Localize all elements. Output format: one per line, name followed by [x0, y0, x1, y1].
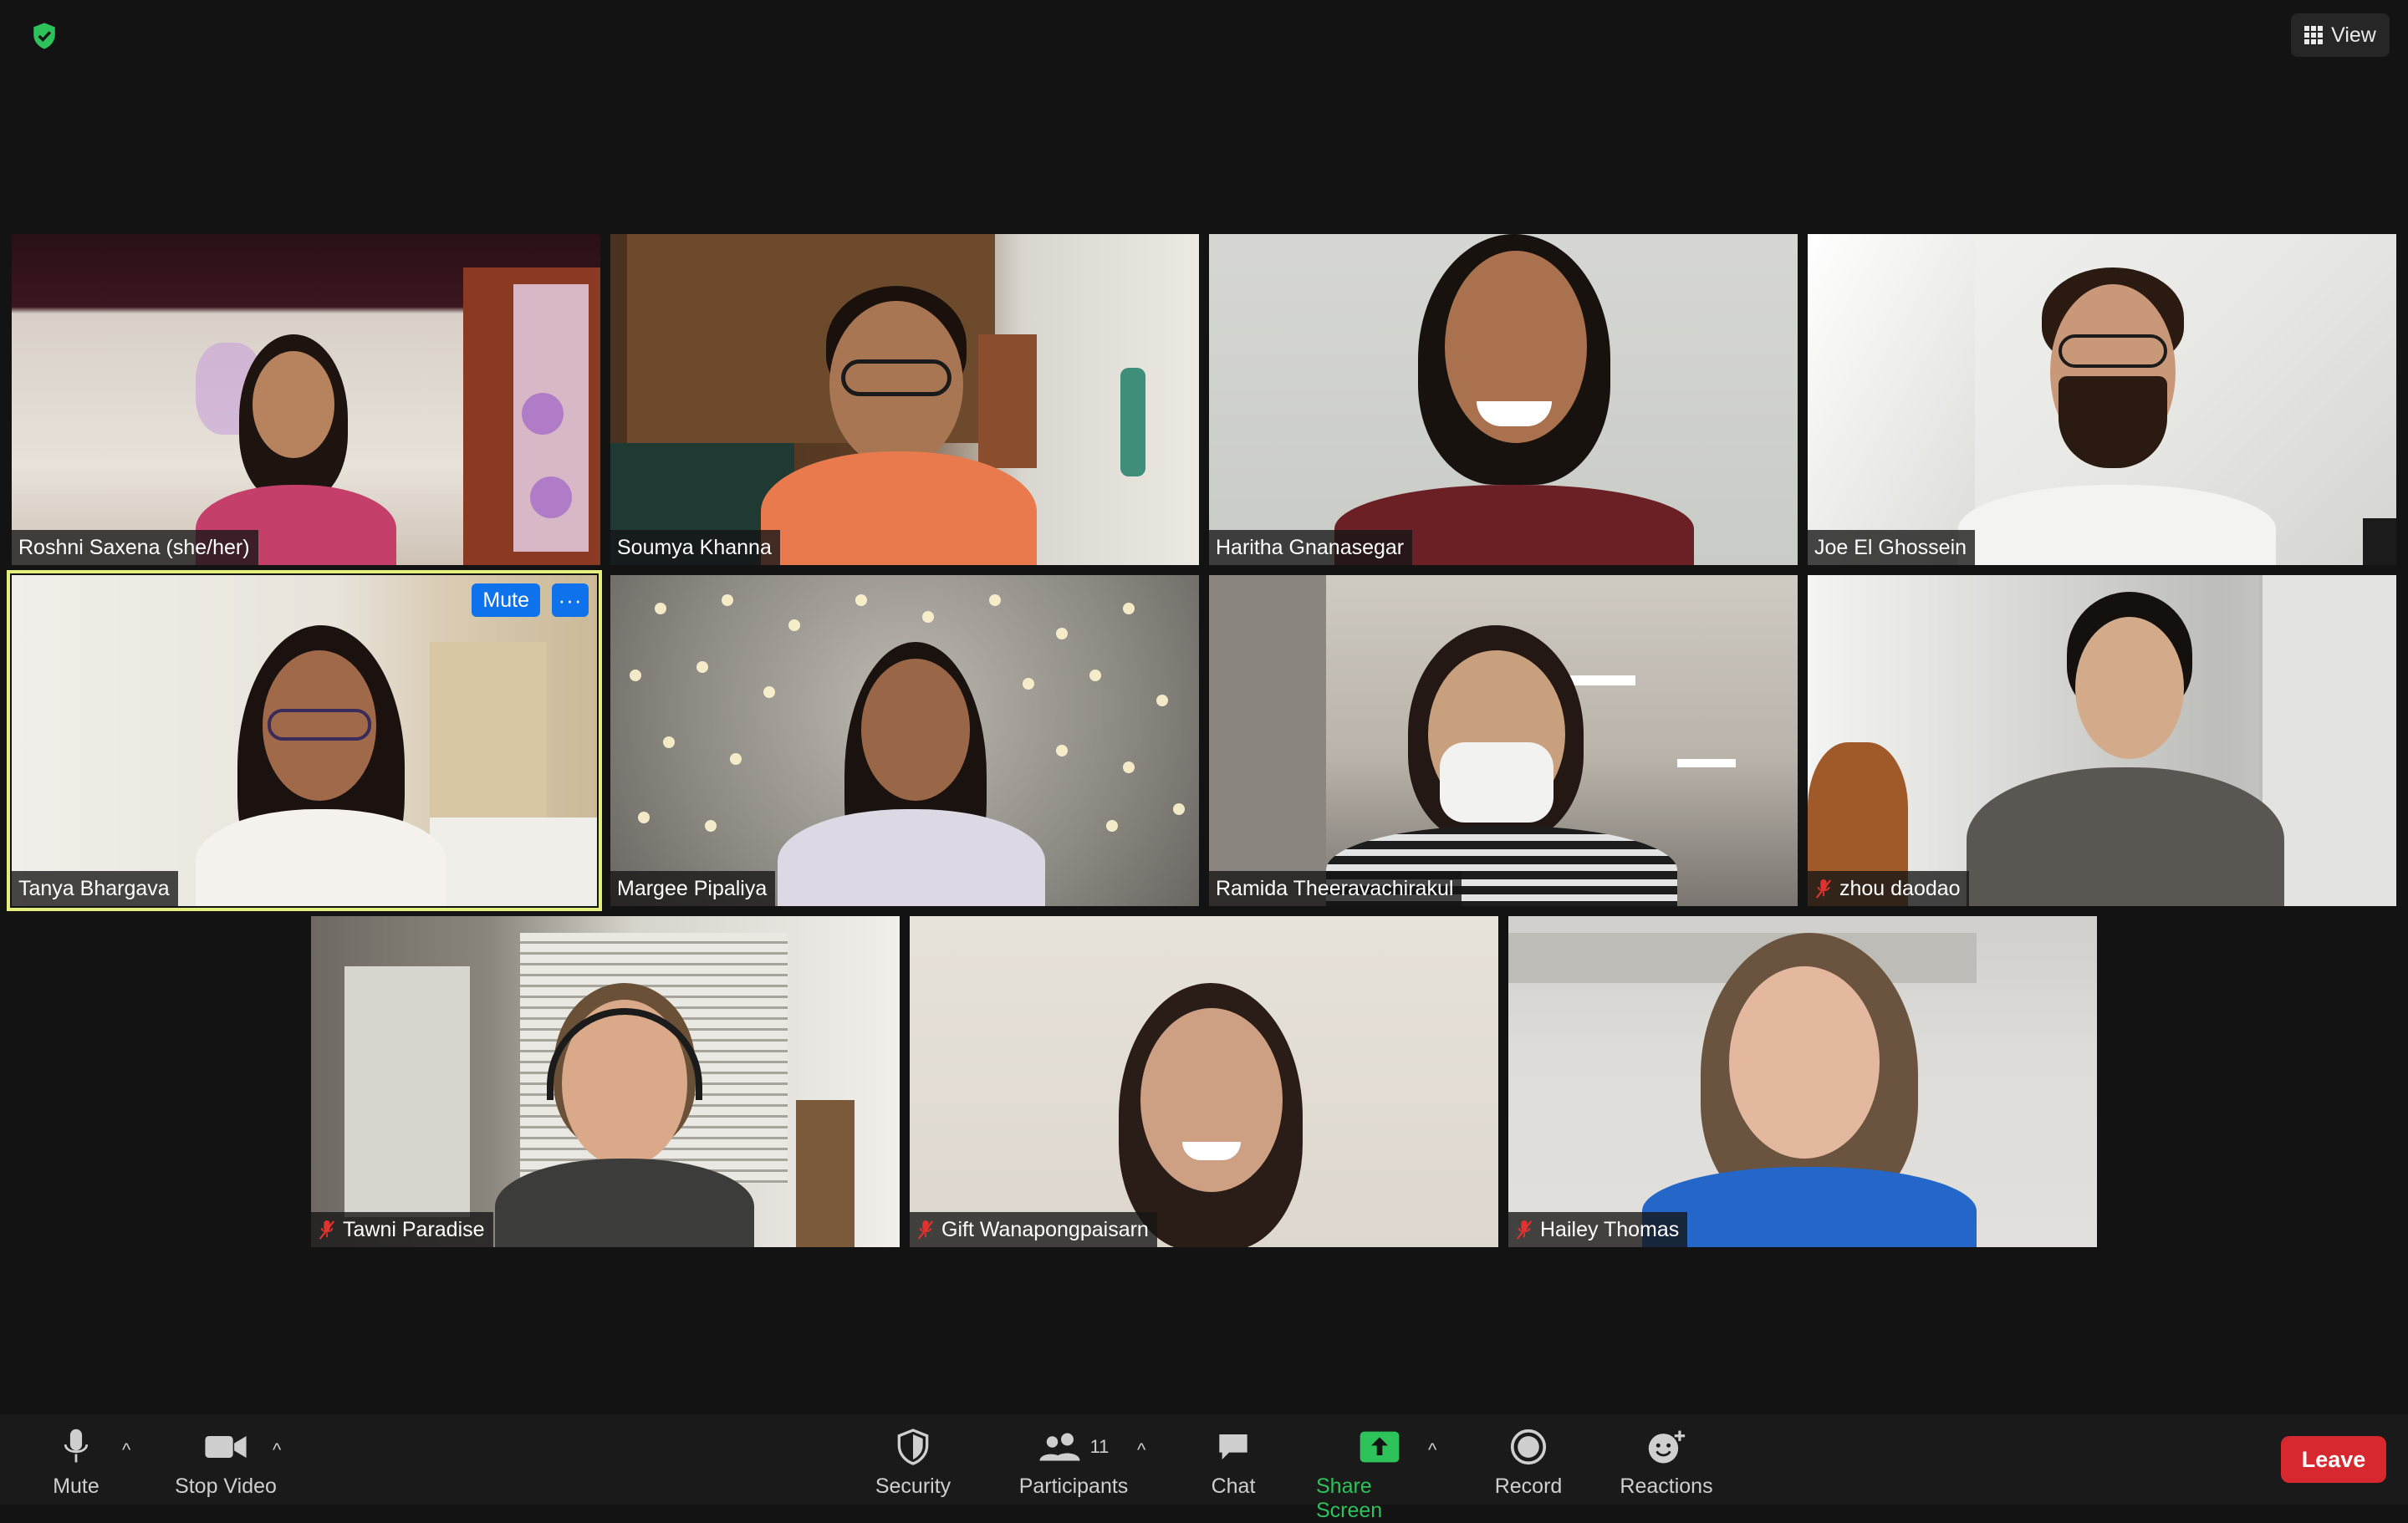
- security-button[interactable]: Security: [870, 1428, 957, 1499]
- video-tile-zhou[interactable]: zhou daodao: [1808, 575, 2396, 906]
- share-options-caret[interactable]: ^: [1428, 1439, 1436, 1461]
- audio-options-caret[interactable]: ^: [122, 1439, 130, 1461]
- reactions-button[interactable]: Reactions: [1619, 1428, 1714, 1499]
- video-tile-soumya[interactable]: Soumya Khanna: [610, 234, 1199, 565]
- participant-name-tag: Roshni Saxena (she/her): [12, 530, 258, 565]
- tile-more-options-button[interactable]: ···: [552, 583, 589, 617]
- participants-count: 11: [1089, 1436, 1110, 1457]
- share-screen-icon: [1360, 1431, 1400, 1463]
- participant-name: Roshni Saxena (she/her): [18, 535, 250, 559]
- reactions-label: Reactions: [1620, 1475, 1713, 1498]
- participant-name: Gift Wanapongpaisarn: [941, 1217, 1149, 1241]
- record-icon: [1510, 1429, 1547, 1465]
- record-label: Record: [1494, 1475, 1563, 1498]
- participant-name-tag: Ramida Theeravachirakul: [1209, 871, 1462, 906]
- chat-button[interactable]: Chat: [1209, 1428, 1258, 1499]
- participant-name-tag: Margee Pipaliya: [610, 871, 776, 906]
- muted-mic-icon: [1516, 1220, 1533, 1240]
- chat-label: Chat: [1211, 1475, 1256, 1498]
- view-button-label: View: [2331, 23, 2376, 47]
- participant-name-tag: Gift Wanapongpaisarn: [910, 1212, 1157, 1247]
- share-screen-label: Share Screen: [1316, 1475, 1383, 1522]
- participants-icon: [1039, 1433, 1080, 1461]
- video-camera-icon: [205, 1436, 247, 1458]
- participant-name: Joe El Ghossein: [1814, 535, 1967, 559]
- participants-label: Participants: [1018, 1475, 1129, 1498]
- participant-name-tag: Hailey Thomas: [1508, 1212, 1688, 1247]
- share-screen-button[interactable]: Share Screen: [1316, 1428, 1443, 1523]
- participant-name: Margee Pipaliya: [617, 876, 768, 900]
- security-shield-icon: [33, 23, 55, 49]
- participant-name-tag: Soumya Khanna: [610, 530, 780, 565]
- participant-name-tag: Haritha Gnanasegar: [1209, 530, 1413, 565]
- video-tile-margee[interactable]: Margee Pipaliya: [610, 575, 1199, 906]
- participant-name-tag: zhou daodao: [1808, 871, 1969, 906]
- video-tile-roshni[interactable]: Roshni Saxena (she/her): [12, 234, 600, 565]
- smiley-reaction-icon: [1648, 1430, 1686, 1464]
- stop-video-label: Stop Video: [175, 1475, 277, 1498]
- meeting-toolbar: Mute ^ Stop Video ^ Security 11 Particip…: [0, 1414, 2408, 1522]
- participant-name: Soumya Khanna: [617, 535, 772, 559]
- participant-name: Tawni Paradise: [343, 1217, 485, 1241]
- video-options-caret[interactable]: ^: [273, 1439, 281, 1461]
- participants-button[interactable]: 11 Participants: [1015, 1428, 1132, 1499]
- mute-label: Mute: [53, 1475, 99, 1498]
- chat-bubble-icon: [1219, 1434, 1247, 1459]
- microphone-icon: [64, 1429, 89, 1463]
- participant-name-tag: Tanya Bhargava: [12, 871, 178, 906]
- participants-options-caret[interactable]: ^: [1137, 1439, 1145, 1461]
- participant-name: Haritha Gnanasegar: [1216, 535, 1405, 559]
- video-tile-haritha[interactable]: Haritha Gnanasegar: [1209, 234, 1798, 565]
- video-tile-joe[interactable]: Joe El Ghossein: [1808, 234, 2396, 565]
- stop-video-button[interactable]: Stop Video: [172, 1428, 279, 1499]
- video-tile-tawni[interactable]: Tawni Paradise: [311, 916, 900, 1247]
- participant-name-tag: Tawni Paradise: [311, 1212, 493, 1247]
- participant-name: Ramida Theeravachirakul: [1216, 876, 1454, 900]
- video-tile-hailey[interactable]: Hailey Thomas: [1508, 916, 2097, 1247]
- record-button[interactable]: Record: [1493, 1428, 1564, 1499]
- tile-mute-button[interactable]: Mute: [472, 583, 540, 617]
- participant-name-tag: Joe El Ghossein: [1808, 530, 1976, 565]
- muted-mic-icon: [917, 1220, 934, 1240]
- video-tile-gift[interactable]: Gift Wanapongpaisarn: [910, 916, 1498, 1247]
- grid-view-icon: [2304, 26, 2324, 44]
- leave-button[interactable]: Leave: [2281, 1436, 2386, 1483]
- participant-name: Tanya Bhargava: [18, 876, 170, 900]
- mute-button[interactable]: Mute: [50, 1428, 102, 1499]
- video-tile-tanya[interactable]: Mute ··· Tanya Bhargava: [7, 570, 602, 911]
- security-label: Security: [875, 1475, 951, 1498]
- participant-name: Hailey Thomas: [1540, 1217, 1680, 1241]
- muted-mic-icon: [319, 1220, 335, 1240]
- video-tile-ramida[interactable]: Ramida Theeravachirakul: [1209, 575, 1798, 906]
- participant-name: zhou daodao: [1839, 876, 1961, 900]
- shield-icon: [897, 1429, 929, 1465]
- muted-mic-icon: [1815, 879, 1832, 899]
- view-button[interactable]: View: [2291, 13, 2390, 57]
